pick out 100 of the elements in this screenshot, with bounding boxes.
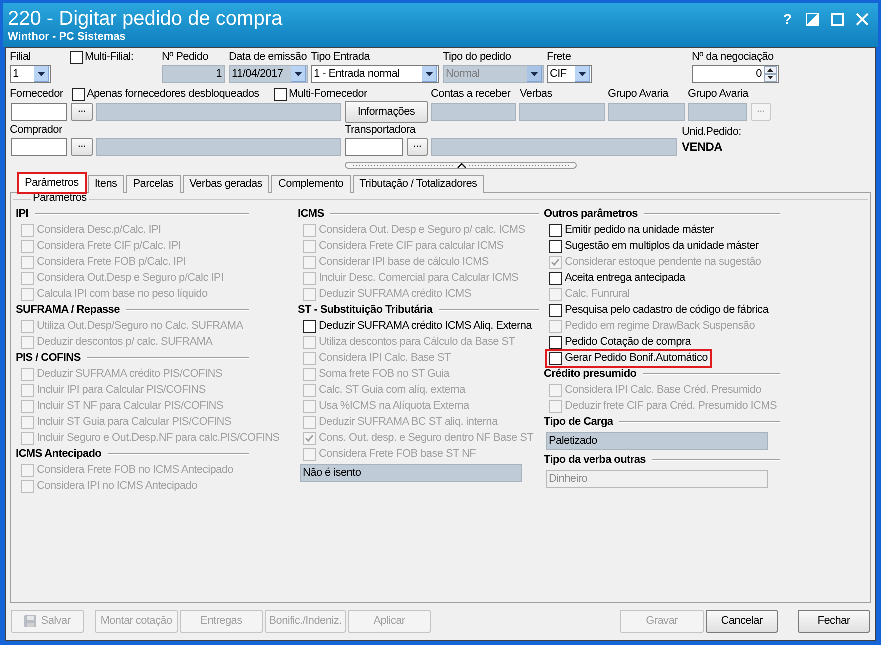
spinner-icon[interactable] (764, 66, 777, 82)
close-icon[interactable] (856, 12, 869, 26)
checkbox[interactable] (72, 88, 85, 100)
checkbox-label: Soma frete FOB no ST Guia (319, 368, 450, 380)
field-label: Nº Pedido (162, 51, 210, 64)
field-label: Contas a receber (431, 88, 512, 100)
field-label: Verbas (520, 88, 554, 100)
input-field[interactable] (431, 138, 677, 156)
input-field[interactable]: Não é isento (300, 464, 522, 482)
section-title: ST - Substituição Tributária (298, 304, 433, 316)
window-subtitle: Winthor - PC Sistemas (8, 31, 127, 44)
checkbox-label: Apenas fornecedores desbloqueados (87, 88, 260, 100)
checkbox-label: Incluir IPI para Calcular PIS/COFINS (37, 384, 206, 396)
checkbox[interactable] (549, 352, 562, 364)
field-label: Grupo Avaria (688, 88, 750, 100)
input-field[interactable] (608, 103, 685, 121)
info-button[interactable]: Informações (345, 101, 428, 123)
checkbox[interactable] (549, 304, 562, 316)
maximize-icon[interactable] (831, 12, 844, 26)
dropdown-arrow-icon[interactable] (575, 66, 590, 82)
button[interactable]: Fechar (798, 610, 870, 633)
checkbox-label: Incluir Seguro e Out.Desp.NF para calc.PIS/COFINS (37, 432, 280, 444)
input-field[interactable]: Paletizado (546, 432, 768, 450)
checkbox-label: Incluir ST Guia para Calcular PIS/COFINS (37, 416, 232, 428)
checkbox-label: Calc. ST Guia com alíq. externa (319, 384, 466, 396)
button[interactable]: Cancelar (706, 610, 778, 633)
section-title: Tipo da verba outras (544, 454, 646, 466)
section-title: Crédito presumido (544, 368, 637, 380)
tab[interactable]: Tributação / Totalizadores (352, 175, 484, 193)
browse-button[interactable]: ... (71, 103, 93, 121)
input-field[interactable]: 1 (162, 65, 225, 83)
checkbox-label: Deduzir SUFRAMA crédito ICMS (319, 288, 472, 300)
dropdown-field[interactable]: 1 - Entrada normal (311, 65, 439, 83)
checkbox[interactable] (549, 336, 562, 348)
field-label: Fornecedor (10, 88, 64, 100)
dropdown-field[interactable]: 11/04/2017 (229, 65, 308, 83)
checkbox-label: Considera Out. Desp e Seguro p/ calc. ICMS (319, 224, 526, 236)
number-field[interactable]: 0 (692, 65, 779, 83)
checkbox-label: Multi-Fornecedor (289, 88, 368, 100)
checkbox[interactable] (70, 51, 83, 64)
browse-button[interactable]: ... (71, 138, 93, 156)
contrast-icon[interactable] (806, 12, 819, 26)
field-label: Tipo do pedido (443, 51, 512, 64)
browse-button[interactable]: ... (407, 138, 428, 156)
checkbox-label: Considerar estoque pendente na sugestão (565, 256, 762, 268)
tab[interactable]: Parcelas (126, 175, 181, 193)
checkbox-label: Considera Desc.p/Calc. IPI (37, 224, 162, 236)
tab[interactable]: Complemento (271, 175, 351, 193)
tab[interactable]: Itens (88, 175, 124, 193)
dropdown-arrow-icon[interactable] (34, 66, 49, 82)
tab[interactable]: Parâmetros (18, 173, 86, 193)
dropdown-field[interactable]: CIF (547, 65, 592, 83)
dropdown-arrow-icon[interactable] (291, 66, 306, 82)
input-field[interactable] (11, 103, 67, 121)
checkbox[interactable] (549, 224, 562, 236)
section-title: Outros parâmetros (544, 208, 638, 220)
checkbox-label: Aceita entrega antecipada (565, 272, 686, 284)
checkbox-label: Usa %ICMS na Alíquota Externa (319, 400, 470, 412)
input-field[interactable] (688, 103, 747, 121)
input-field[interactable] (345, 138, 403, 156)
section-title: Tipo de Carga (544, 416, 614, 428)
checkbox-label: Pedido em regime DrawBack Suspensão (565, 320, 756, 332)
field-label: Data de emissão (229, 51, 308, 64)
section-title: ICMS Antecipado (16, 448, 102, 460)
field-label: Unid.Pedido: (682, 126, 742, 139)
section-title: ICMS (298, 208, 324, 220)
section-title: SUFRAMA / Repasse (16, 304, 120, 316)
unit-value: VENDA (682, 140, 723, 154)
dropdown-field[interactable]: 1 (10, 65, 51, 83)
field-label: Comprador (10, 124, 64, 137)
checkbox-label: Deduzir frete CIF para Créd. Presumido ICMS (565, 400, 778, 412)
field-label: Frete (547, 51, 572, 64)
input-field[interactable] (519, 103, 605, 121)
input-field[interactable] (11, 138, 67, 156)
checkbox-label: Considera IPI Calc. Base Créd. Presumido (565, 384, 762, 396)
checkbox[interactable] (549, 272, 562, 284)
checkbox-label: Considera Frete FOB p/Calc. IPI (37, 256, 186, 268)
dropdown-arrow-icon[interactable] (422, 66, 437, 82)
checkbox[interactable] (303, 320, 316, 332)
checkbox[interactable] (274, 88, 287, 100)
window-title: 220 - Digitar pedido de compra (8, 7, 283, 31)
checkbox[interactable] (549, 240, 562, 252)
checkbox-label: Deduzir descontos p/ calc. SUFRAMA (37, 336, 213, 348)
checkbox-label: Emitir pedido na unidade máster (565, 224, 714, 236)
input-field[interactable] (96, 103, 341, 121)
input-field[interactable] (96, 138, 341, 156)
field-label: Tipo Entrada (311, 51, 372, 64)
checkbox-label: Considerar IPI base de cálculo ICMS (319, 256, 489, 268)
input-field[interactable] (431, 103, 516, 121)
checkbox-label: Multi-Filial: (85, 51, 134, 64)
splitter-handle[interactable] (344, 162, 576, 170)
checkbox-label: Incluir Desc. Comercial para Calcular ICMS (319, 272, 519, 284)
checkbox-label: Considera IPI no ICMS Antecipado (37, 480, 198, 492)
checkbox-label: Pedido Cotação de compra (565, 336, 692, 348)
checkbox-label: Gerar Pedido Bonif.Automático (565, 352, 708, 364)
checkbox-label: Considera Frete CIF p/Calc. IPI (37, 240, 182, 252)
checkbox-label: Incluir ST NF para Calcular PIS/COFINS (37, 400, 224, 412)
checkbox-label: Deduzir SUFRAMA crédito PIS/COFINS (37, 368, 222, 380)
tab[interactable]: Verbas geradas (182, 175, 270, 193)
checkbox-label: Utiliza Out.Desp/Seguro no Calc. SUFRAMA (37, 320, 244, 332)
